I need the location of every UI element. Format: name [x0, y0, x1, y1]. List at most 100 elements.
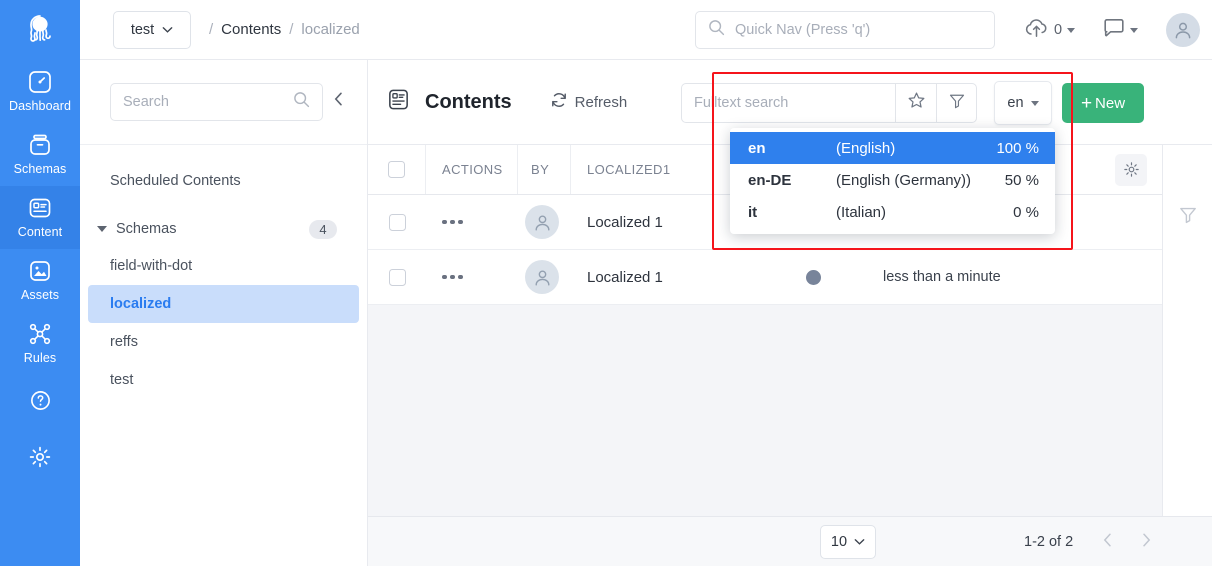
row-actions-cell[interactable]: [426, 219, 518, 225]
fulltext-search-placeholder: Fulltext search: [694, 95, 789, 111]
breadcrumb-current: localized: [301, 21, 360, 38]
language-code: en: [748, 139, 766, 157]
sidebar-item-label: Assets: [20, 288, 60, 302]
new-label: New: [1095, 94, 1126, 112]
ellipsis-icon[interactable]: [442, 274, 518, 280]
user-menu-button[interactable]: [1152, 0, 1212, 60]
sidebar-item-label: Dashboard: [8, 99, 72, 113]
content-document-icon: [27, 195, 53, 221]
upload-count: 0: [1054, 22, 1063, 38]
search-icon: [708, 19, 725, 41]
pagination-info: 1-2 of 2: [1024, 533, 1074, 550]
header-actions: 0: [1010, 0, 1212, 60]
language-percent: 100 %: [996, 139, 1039, 157]
project-name: test: [130, 21, 155, 38]
select-all-checkbox[interactable]: [388, 161, 405, 178]
squidex-octopus-logo-icon[interactable]: [0, 0, 80, 60]
page-title: Contents: [425, 90, 512, 113]
content-document-icon: [386, 87, 411, 117]
language-code: en-DE: [748, 171, 792, 189]
chevron-down-icon: [854, 534, 865, 550]
language-percent: 0 %: [1013, 203, 1039, 221]
upload-progress-button[interactable]: 0: [1010, 0, 1089, 60]
sidebar-item-reffs[interactable]: reffs: [88, 323, 359, 361]
sidebar-item-dashboard[interactable]: Dashboard: [0, 60, 80, 123]
gear-icon[interactable]: [1115, 153, 1147, 186]
sidebar-item-label: Schemas: [13, 162, 67, 176]
sidebar-item-test[interactable]: test: [88, 361, 359, 399]
language-dropdown-menu: en (English) 100 % en-DE (English (Germa…: [730, 128, 1055, 234]
language-name: (English): [836, 139, 896, 157]
table-settings-cell: [1100, 145, 1162, 194]
fulltext-search-input[interactable]: Fulltext search: [681, 83, 895, 123]
select-all-header: [368, 145, 426, 194]
row-select-cell: [368, 268, 426, 286]
funnel-filter-icon: [1178, 205, 1198, 230]
sidebar-schemas-group-header[interactable]: Schemas 4: [80, 217, 367, 241]
search-input[interactable]: Search: [110, 83, 323, 121]
new-button[interactable]: + New: [1062, 83, 1144, 123]
triangle-down-icon: [94, 226, 110, 232]
table-row[interactable]: Localized 1 less than a minute: [368, 250, 1162, 305]
page-size-selector[interactable]: 10: [820, 524, 876, 559]
language-option-en-DE[interactable]: en-DE (English (Germany)) 50 %: [730, 164, 1055, 196]
language-selector[interactable]: en: [994, 81, 1052, 125]
language-selected-value: en: [1007, 95, 1024, 111]
chevron-left-icon: [334, 92, 343, 110]
top-header: test / Contents / localized Quick Nav (P…: [80, 0, 1212, 60]
quick-nav-wrapper: Quick Nav (Press 'q'): [695, 11, 995, 49]
project-selector[interactable]: test: [113, 10, 191, 49]
sidebar-item-rules[interactable]: Rules: [0, 312, 80, 375]
sidebar-item-field-with-dot[interactable]: field-with-dot: [88, 247, 359, 285]
schema-label: reffs: [110, 334, 138, 350]
column-header-actions: ACTIONS: [426, 145, 518, 194]
sidebar-collapse-button[interactable]: [323, 92, 353, 112]
funnel-filter-icon: [948, 92, 966, 115]
quick-nav-input[interactable]: Quick Nav (Press 'q'): [695, 11, 995, 49]
notifications-button[interactable]: [1089, 0, 1152, 60]
app-root: Dashboard Schemas Content Assets Rules t…: [0, 0, 1212, 566]
row-author-cell: [518, 260, 571, 294]
prev-page-button[interactable]: [1103, 532, 1112, 552]
ellipsis-icon[interactable]: [442, 219, 518, 225]
row-time: less than a minute: [883, 269, 1001, 285]
assets-image-icon: [27, 258, 53, 284]
schemas-group-label: Schemas: [116, 221, 177, 237]
sidebar-item-schemas[interactable]: Schemas: [0, 123, 80, 186]
row-checkbox[interactable]: [388, 268, 406, 286]
sidebar-item-localized[interactable]: localized: [88, 285, 359, 323]
column-header-by: BY: [518, 145, 571, 194]
language-option-en[interactable]: en (English) 100 %: [730, 132, 1055, 164]
refresh-button[interactable]: Refresh: [550, 91, 627, 113]
user-avatar-icon: [525, 260, 559, 294]
cloud-upload-icon: [1024, 17, 1049, 44]
language-option-it[interactable]: it (Italian) 0 %: [730, 196, 1055, 228]
row-title: Localized 1: [587, 268, 663, 286]
chevron-down-icon: [1130, 27, 1139, 33]
quick-nav-placeholder: Quick Nav (Press 'q'): [735, 22, 871, 38]
next-page-button[interactable]: [1142, 532, 1151, 552]
row-checkbox[interactable]: [388, 213, 406, 231]
row-select-cell: [368, 213, 426, 231]
language-percent: 50 %: [1004, 171, 1039, 189]
rail-filter-button[interactable]: [1163, 205, 1212, 230]
row-actions-cell[interactable]: [426, 274, 518, 280]
left-nav-rail: Dashboard Schemas Content Assets Rules: [0, 0, 80, 566]
chevron-down-icon: [162, 22, 173, 38]
filter-button[interactable]: [936, 83, 977, 123]
dashboard-gauge-icon: [27, 69, 53, 95]
schemas-count-badge: 4: [309, 219, 337, 239]
breadcrumb-contents[interactable]: Contents: [221, 21, 281, 38]
sidebar-item-assets[interactable]: Assets: [0, 249, 80, 312]
schema-sidebar: Search Scheduled Contents Schemas 4 fiel…: [80, 60, 368, 566]
help-button[interactable]: [0, 375, 80, 431]
language-name: (English (Germany)): [836, 171, 972, 189]
sidebar-item-scheduled-contents[interactable]: Scheduled Contents: [80, 145, 367, 189]
language-code: it: [748, 203, 758, 221]
saved-queries-button[interactable]: [895, 83, 936, 123]
help-circle-icon: [29, 389, 52, 417]
status-badge: [806, 269, 821, 285]
sidebar-item-content[interactable]: Content: [0, 186, 80, 249]
settings-button[interactable]: [0, 431, 80, 488]
breadcrumb-separator: /: [209, 21, 214, 38]
